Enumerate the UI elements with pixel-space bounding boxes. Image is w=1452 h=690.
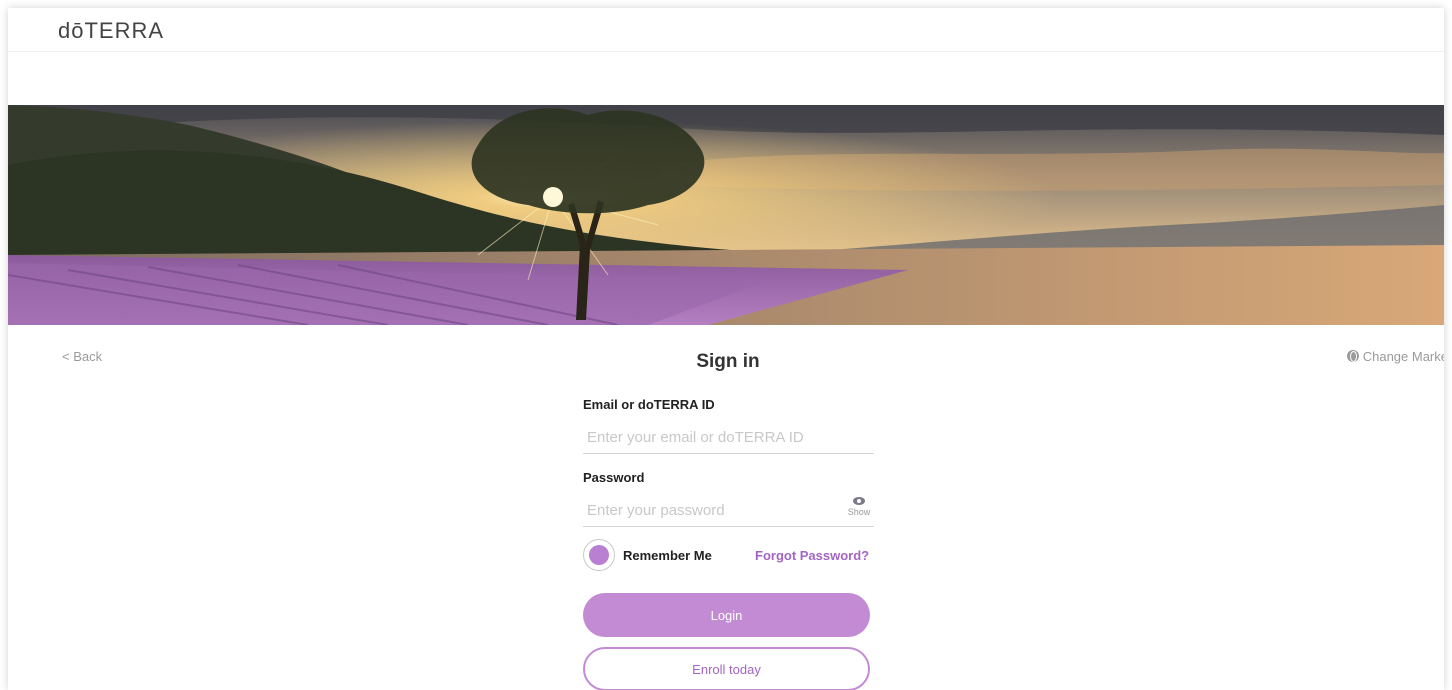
email-input[interactable] bbox=[583, 422, 874, 454]
globe-icon bbox=[1346, 350, 1359, 362]
password-input[interactable] bbox=[583, 495, 874, 527]
top-bar: dōTERRA bbox=[8, 8, 1444, 52]
email-label: Email or doTERRA ID bbox=[583, 397, 715, 412]
remember-me-control[interactable]: Remember Me bbox=[583, 539, 712, 571]
enroll-today-button[interactable]: Enroll today bbox=[583, 647, 870, 690]
remember-me-label: Remember Me bbox=[623, 547, 712, 563]
back-link-label: < Back bbox=[62, 349, 103, 364]
password-label: Password bbox=[583, 470, 645, 485]
hero-banner bbox=[8, 105, 1444, 325]
lavender-field-image bbox=[8, 105, 1444, 325]
change-market-link[interactable]: Change Marke bbox=[1346, 349, 1444, 364]
remember-me-radio[interactable] bbox=[583, 539, 615, 571]
page-title: Sign in bbox=[696, 351, 760, 372]
doterra-logo[interactable]: dōTERRA bbox=[58, 18, 164, 44]
back-link[interactable]: < Back bbox=[62, 349, 102, 364]
show-password-label: Show bbox=[847, 507, 871, 517]
login-button[interactable]: Login bbox=[583, 593, 870, 637]
change-market-label: Change Marke bbox=[1362, 349, 1444, 364]
eye-icon bbox=[853, 497, 865, 505]
show-password-toggle[interactable]: Show bbox=[844, 497, 874, 517]
remember-me-selected-dot bbox=[589, 545, 609, 565]
page-frame: dōTERRA < Back Change Marke Sign in Emai… bbox=[8, 8, 1444, 690]
forgot-password-link[interactable]: Forgot Password? bbox=[755, 548, 869, 563]
